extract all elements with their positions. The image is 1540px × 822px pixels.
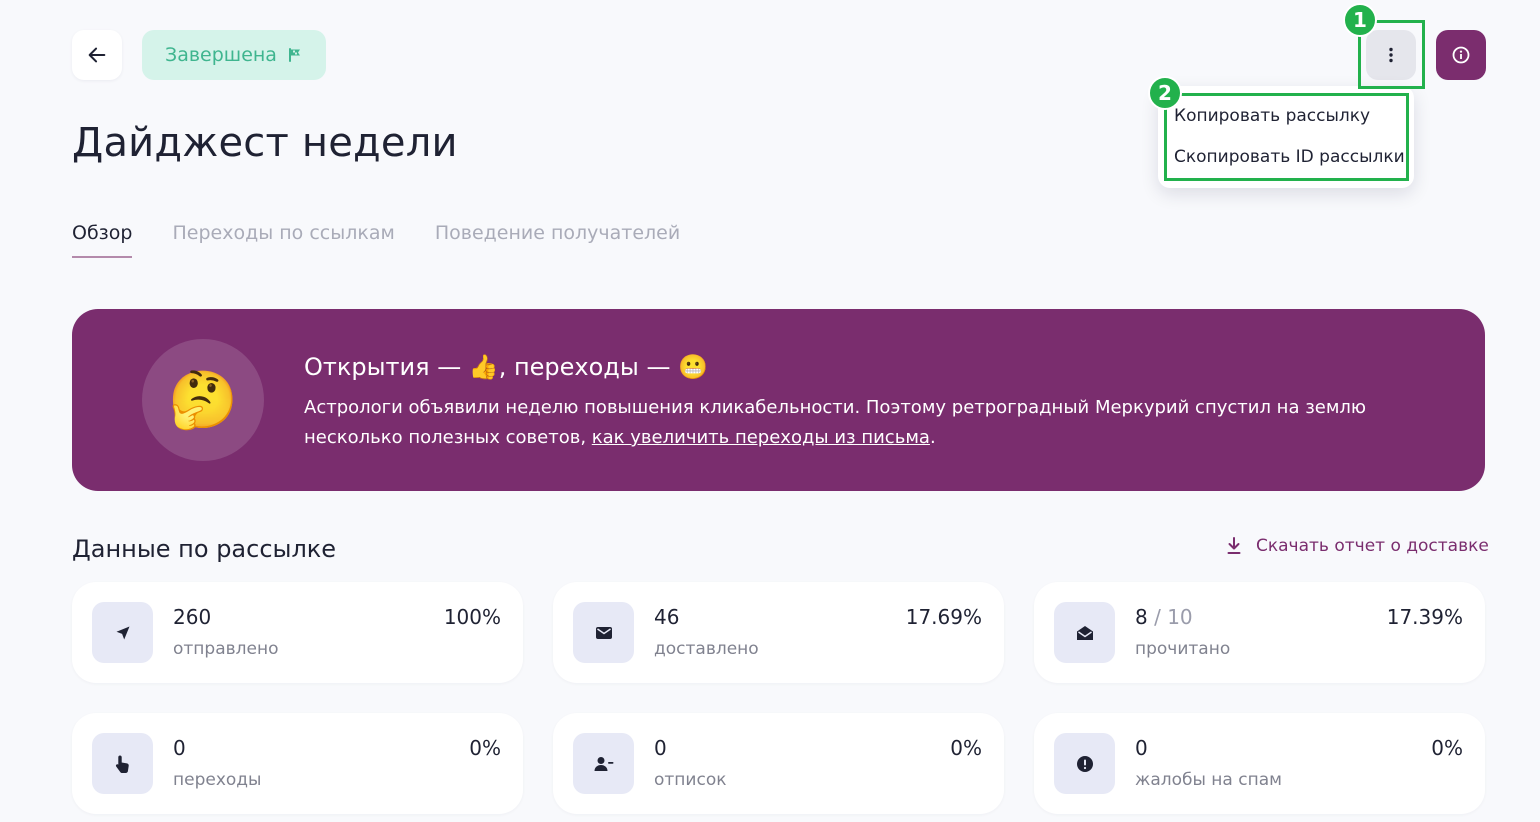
stat-percent: 100% (443, 605, 501, 629)
status-label: Завершена (165, 44, 277, 66)
stat-label: доставлено (654, 639, 759, 659)
back-button[interactable] (72, 30, 122, 80)
tab-recipient-behavior[interactable]: Поведение получателей (435, 222, 680, 258)
stat-value: 46 (654, 605, 679, 629)
info-icon (1452, 46, 1470, 64)
stat-value-main: 0 (654, 736, 667, 760)
stat-label: прочитано (1135, 639, 1231, 659)
stat-label: отправлено (173, 639, 279, 659)
section-title: Данные по рассылке (72, 535, 337, 563)
stat-value-main: 0 (173, 736, 186, 760)
stat-card-clicks: 0 переходы 0% (72, 713, 523, 814)
download-icon (1227, 537, 1241, 554)
campaign-report-page: Завершена Копировать рассылку Скопироват… (0, 0, 1540, 822)
user-minus-icon (594, 756, 613, 771)
stat-value-total: / 10 (1147, 605, 1193, 629)
stat-label: отписок (654, 770, 727, 790)
stat-value: 260 (173, 605, 211, 629)
banner-tips-link[interactable]: как увеличить переходы из письма (592, 427, 930, 448)
stat-label: жалобы на спам (1135, 770, 1282, 790)
mail-icon (595, 626, 612, 639)
alert-icon (1076, 755, 1093, 772)
stat-percent: 17.69% (905, 605, 982, 629)
status-badge: Завершена (142, 30, 326, 80)
stat-value-main: 260 (173, 605, 212, 629)
stat-card-read: 8 / 10 прочитано 17.39% (1034, 582, 1485, 683)
stat-value: 0 (654, 736, 667, 760)
stat-percent: 0% (1431, 736, 1463, 760)
thinking-face-icon: 🤔 (142, 339, 264, 461)
stat-card-unsubscribes: 0 отписок 0% (553, 713, 1004, 814)
stat-value-main: 0 (1135, 736, 1148, 760)
mail-open-icon (1076, 625, 1093, 640)
highlight-box-menu (1164, 93, 1409, 181)
banner-text: Астрологи объявили неделю повышения клик… (304, 393, 1444, 453)
send-icon (116, 626, 129, 639)
tab-link-clicks[interactable]: Переходы по ссылкам (172, 222, 394, 258)
stat-percent: 0% (950, 736, 982, 760)
stat-value-main: 8 (1135, 605, 1148, 629)
step-badge-2: 2 (1148, 76, 1182, 110)
stat-percent: 0% (469, 736, 501, 760)
stat-card-delivered: 46 доставлено 17.69% (553, 582, 1004, 683)
download-report-label: Скачать отчет о доставке (1256, 536, 1489, 556)
banner-text-end: . (929, 427, 936, 448)
info-button[interactable] (1436, 30, 1486, 80)
tab-bar: Обзор Переходы по ссылкам Поведение полу… (72, 222, 680, 258)
stat-value-main: 46 (654, 605, 680, 629)
page-title: Дайджест недели (72, 120, 458, 166)
stat-value: 8 / 10 (1135, 605, 1193, 629)
stat-value: 0 (1135, 736, 1148, 760)
tab-overview[interactable]: Обзор (72, 222, 133, 258)
stat-value: 0 (173, 736, 186, 760)
banner-title: Открытия — 👍, переходы — 😬 (304, 353, 708, 381)
stat-card-spam-complaints: 0 жалобы на спам 0% (1034, 713, 1485, 814)
arrow-left-icon (88, 47, 106, 63)
flag-icon (288, 48, 300, 62)
stat-card-sent: 260 отправлено 100% (72, 582, 523, 683)
stat-percent: 17.39% (1386, 605, 1463, 629)
stat-label: переходы (173, 770, 262, 790)
tips-banner: 🤔 Открытия — 👍, переходы — 😬 Астрологи о… (72, 309, 1485, 491)
pointer-icon (115, 755, 129, 773)
step-badge-1: 1 (1343, 3, 1377, 37)
download-report-link[interactable]: Скачать отчет о доставке (1226, 536, 1489, 556)
